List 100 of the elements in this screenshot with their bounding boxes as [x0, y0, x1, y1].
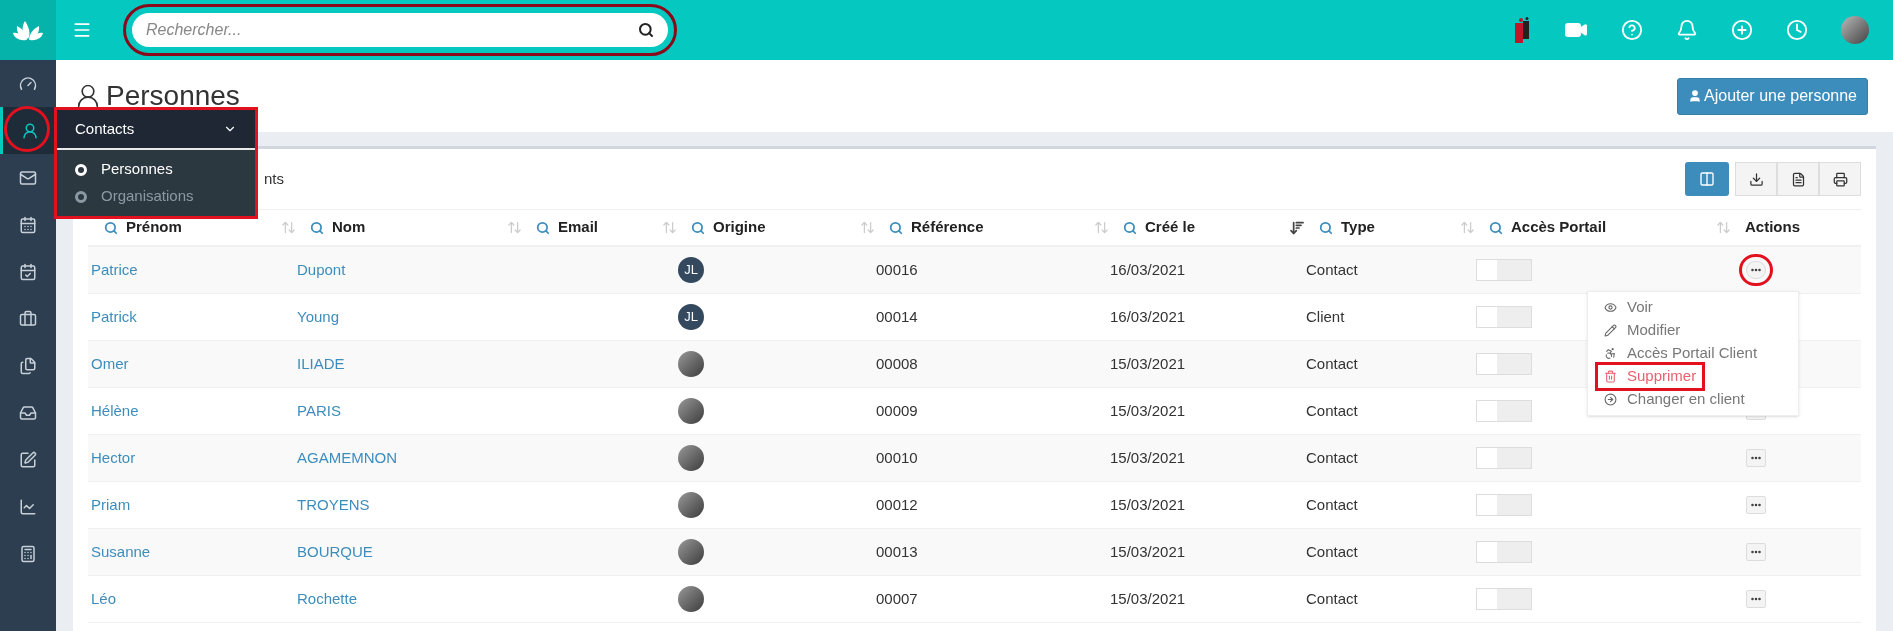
column-search-icon[interactable] — [310, 220, 324, 235]
reference-cell: 00010 — [876, 448, 918, 466]
column-search-icon[interactable] — [1123, 220, 1137, 235]
sidebar-icon — [19, 450, 37, 469]
actions-button[interactable] — [1746, 543, 1766, 561]
column-search-icon[interactable] — [889, 220, 903, 235]
first-name-link[interactable]: Omer — [91, 354, 129, 372]
column-search-icon[interactable] — [1319, 220, 1333, 235]
download-button[interactable] — [1735, 162, 1777, 196]
menu-item[interactable]: Modifier — [1598, 319, 1687, 342]
created-date-cell: 15/03/2021 — [1110, 589, 1186, 607]
last-name-link[interactable]: Rochette — [297, 589, 358, 607]
menu-icon[interactable] — [72, 20, 92, 40]
add-icon[interactable] — [1731, 19, 1753, 41]
download-icon — [1748, 171, 1764, 187]
search-input[interactable]: Rechercher... — [146, 18, 638, 42]
column-header[interactable]: Actions — [1745, 216, 1800, 239]
sidebar-icon — [20, 121, 39, 140]
portal-access-toggle[interactable] — [1476, 353, 1532, 375]
actions-button[interactable] — [1746, 590, 1766, 608]
help-icon[interactable] — [1621, 19, 1643, 41]
column-header[interactable]: Référence — [911, 216, 984, 239]
type-cell: Client — [1306, 307, 1345, 325]
column-header[interactable]: Prénom — [126, 216, 182, 239]
portal-access-toggle[interactable] — [1476, 494, 1532, 516]
last-name-link[interactable]: BOURQUE — [297, 542, 373, 560]
flyout-item[interactable]: Personnes — [57, 156, 255, 183]
sidebar-icon — [19, 403, 37, 422]
column-header[interactable]: Accès Portail — [1511, 216, 1607, 239]
clock-icon[interactable] — [1786, 19, 1808, 41]
flyout-item[interactable]: Organisations — [57, 183, 255, 210]
user-avatar[interactable] — [1841, 16, 1869, 44]
first-name-link[interactable]: Léo — [91, 589, 117, 607]
portal-access-toggle[interactable] — [1476, 447, 1532, 469]
portal-access-toggle[interactable] — [1476, 588, 1532, 610]
created-date-cell: 15/03/2021 — [1110, 495, 1186, 513]
type-cell: Contact — [1306, 448, 1358, 466]
last-name-link[interactable]: TROYENS — [297, 495, 370, 513]
columns-button[interactable] — [1685, 162, 1729, 196]
reference-cell: 00012 — [876, 495, 918, 513]
person-icon — [1688, 89, 1702, 103]
menu-item[interactable]: Changer en client — [1598, 388, 1751, 411]
type-cell: Contact — [1306, 542, 1358, 560]
created-date-cell: 15/03/2021 — [1110, 448, 1186, 466]
portal-access-toggle[interactable] — [1476, 259, 1532, 281]
print-button[interactable] — [1819, 162, 1861, 196]
sidebar-icon — [19, 262, 37, 281]
type-cell: Contact — [1306, 401, 1358, 419]
menu-item[interactable]: Voir — [1598, 296, 1659, 319]
column-search-icon[interactable] — [691, 220, 705, 235]
last-name-link[interactable]: Young — [297, 307, 339, 325]
menu-item[interactable]: Accès Portail Client — [1598, 342, 1764, 365]
last-name-link[interactable]: PARIS — [297, 401, 341, 419]
menu-item[interactable]: Supprimer — [1598, 365, 1703, 388]
column-header[interactable]: Email — [558, 216, 599, 239]
created-date-cell: 16/03/2021 — [1110, 260, 1186, 278]
type-cell: Contact — [1306, 260, 1358, 278]
first-name-link[interactable]: Hector — [91, 448, 136, 466]
sort-descending-icon[interactable] — [1289, 219, 1305, 236]
first-name-link[interactable]: Priam — [91, 495, 131, 513]
trash-icon — [1604, 370, 1617, 383]
avatar-photo-placeholder — [678, 539, 704, 565]
sidebar-icon — [19, 309, 37, 328]
column-header[interactable]: Créé le — [1145, 216, 1196, 239]
type-cell: Contact — [1306, 354, 1358, 372]
figures-icon[interactable] — [1515, 17, 1531, 43]
last-name-link[interactable]: AGAMEMNON — [297, 448, 397, 466]
first-name-link[interactable]: Hélène — [91, 401, 139, 419]
sidebar-icon — [19, 356, 37, 375]
app-logo[interactable] — [0, 0, 56, 60]
last-name-link[interactable]: Dupont — [297, 260, 346, 278]
last-name-link[interactable]: ILIADE — [297, 354, 345, 372]
column-header[interactable]: Nom — [332, 216, 366, 239]
created-date-cell: 15/03/2021 — [1110, 354, 1186, 372]
type-cell: Contact — [1306, 589, 1358, 607]
flyout-title: Contacts — [75, 118, 135, 139]
portal-access-toggle[interactable] — [1476, 306, 1532, 328]
pdf-button[interactable] — [1777, 162, 1819, 196]
column-search-icon[interactable] — [536, 220, 550, 235]
initials-avatar: JL — [678, 257, 704, 283]
print-icon — [1832, 171, 1848, 187]
actions-button[interactable] — [1746, 449, 1766, 467]
column-header[interactable]: Origine — [713, 216, 766, 239]
column-search-icon[interactable] — [1489, 220, 1503, 235]
first-name-link[interactable]: Patrice — [91, 260, 138, 278]
column-header[interactable]: Type — [1341, 216, 1375, 239]
arrow-circle-icon — [1604, 393, 1617, 406]
table-info-text: nts — [264, 168, 284, 189]
portal-access-toggle[interactable] — [1476, 400, 1532, 422]
first-name-link[interactable]: Susanne — [91, 542, 151, 560]
reference-cell: 00014 — [876, 307, 918, 325]
created-date-cell: 15/03/2021 — [1110, 401, 1186, 419]
add-person-button[interactable]: Ajouter une personne — [1677, 77, 1868, 115]
portal-access-toggle[interactable] — [1476, 541, 1532, 563]
sidebar-icon — [19, 215, 37, 234]
column-search-icon[interactable] — [104, 220, 118, 235]
actions-button[interactable] — [1746, 496, 1766, 514]
sidebar-icon — [19, 168, 37, 187]
first-name-link[interactable]: Patrick — [91, 307, 137, 325]
notifications-icon[interactable] — [1676, 19, 1698, 41]
